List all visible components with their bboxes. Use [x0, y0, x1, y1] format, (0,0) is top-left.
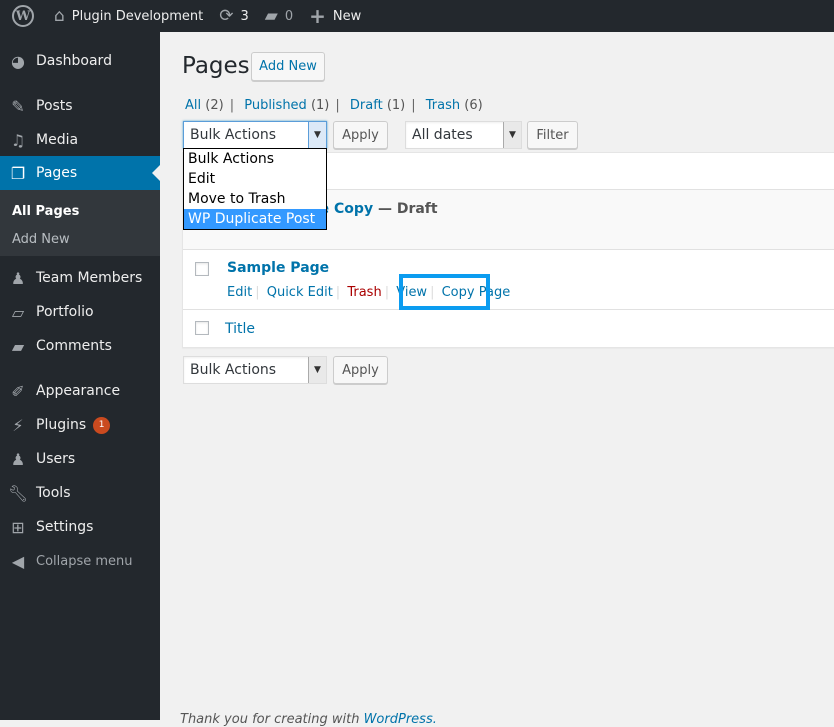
- person-icon: ♟: [10, 268, 26, 288]
- option-edit[interactable]: Edit: [184, 169, 326, 189]
- bulk-actions-select-bottom[interactable]: Bulk Actions ▼: [183, 356, 327, 384]
- menu-comments[interactable]: ▰ Comments: [0, 329, 160, 363]
- folder-icon: ▱: [11, 302, 25, 322]
- pages-submenu: All Pages Add New: [0, 190, 160, 256]
- menu-label: Posts: [36, 98, 73, 114]
- comments-menu[interactable]: ▰ 0: [257, 0, 301, 32]
- select-value: Bulk Actions: [190, 362, 277, 378]
- brush-icon: ✐: [11, 381, 25, 401]
- dashboard-icon: ◕: [11, 51, 25, 71]
- menu-settings[interactable]: ⊞ Settings: [0, 510, 160, 544]
- plugins-update-badge: 1: [93, 416, 111, 434]
- trash-link[interactable]: Trash: [347, 285, 381, 300]
- option-move-to-trash[interactable]: Move to Trash: [184, 189, 326, 209]
- main-content: Pages Add New All (2) | Published (1) | Dr…: [160, 32, 834, 727]
- date-filter-select[interactable]: All dates ▼: [405, 121, 522, 149]
- menu-users[interactable]: ♟ Users: [0, 442, 160, 476]
- comment-icon: ▰: [264, 6, 278, 26]
- media-icon: ♫: [10, 130, 26, 150]
- page-title: Pages: [182, 53, 250, 79]
- admin-sidebar: ◕ Dashboard ✎ Posts ♫ Media ❐ Pages All Page…: [0, 32, 160, 720]
- collapse-menu-button[interactable]: ◀ Collapse menu: [0, 544, 160, 578]
- site-name-menu[interactable]: ⌂ Plugin Development: [42, 0, 211, 32]
- apply-button-bottom[interactable]: Apply: [333, 356, 388, 384]
- bulk-actions-select-top[interactable]: Bulk Actions ▼: [183, 121, 327, 149]
- comment-icon: ▰: [11, 336, 25, 356]
- edit-link[interactable]: Edit: [227, 285, 252, 300]
- menu-plugins[interactable]: ⚡ Plugins 1: [0, 408, 160, 442]
- collapse-arrow-icon: ◀: [11, 551, 25, 571]
- filter-trash[interactable]: Trash (6): [426, 98, 483, 113]
- pin-icon: ✎: [11, 96, 25, 116]
- filter-button[interactable]: Filter: [527, 121, 578, 149]
- wp-logo-menu[interactable]: W: [0, 0, 42, 32]
- submenu-add-new[interactable]: Add New: [12, 232, 70, 247]
- menu-label: Portfolio: [36, 304, 94, 320]
- apply-button-top[interactable]: Apply: [333, 121, 388, 149]
- comments-count: 0: [284, 8, 294, 24]
- menu-appearance[interactable]: ✐ Appearance: [0, 374, 160, 408]
- updates-count: 3: [240, 8, 249, 24]
- admin-bar: W ⌂ Plugin Development ⟳ 3 ▰ 0 + New: [0, 0, 834, 32]
- menu-tools[interactable]: 🔧︎ Tools: [0, 476, 160, 510]
- menu-team-members[interactable]: ♟ Team Members: [0, 261, 160, 295]
- chevron-down-icon: ▼: [308, 122, 326, 148]
- option-bulk-actions[interactable]: Bulk Actions: [184, 149, 326, 169]
- menu-label: Tools: [36, 485, 71, 501]
- refresh-icon: ⟳: [219, 6, 234, 26]
- menu-posts[interactable]: ✎ Posts: [0, 89, 160, 123]
- menu-label: Dashboard: [36, 53, 112, 69]
- sliders-icon: ⊞: [11, 517, 25, 537]
- menu-label: Plugins: [36, 417, 87, 433]
- submenu-all-pages[interactable]: All Pages: [12, 204, 79, 219]
- menu-pages[interactable]: ❐ Pages: [0, 156, 160, 190]
- menu-label: Settings: [36, 519, 94, 535]
- wordpress-logo-icon: W: [12, 5, 34, 27]
- row-checkbox[interactable]: [195, 262, 209, 276]
- home-icon: ⌂: [54, 6, 65, 26]
- pages-icon: ❐: [10, 163, 26, 183]
- menu-label: Appearance: [36, 383, 121, 399]
- filter-all[interactable]: All (2): [185, 98, 224, 113]
- collapse-label: Collapse menu: [36, 553, 133, 569]
- option-wp-duplicate-post[interactable]: WP Duplicate Post: [184, 209, 326, 229]
- quick-edit-link[interactable]: Quick Edit: [267, 285, 333, 300]
- row-title-link[interactable]: Sample Page: [227, 260, 329, 276]
- filter-draft[interactable]: Draft (1): [350, 98, 405, 113]
- bulk-actions-dropdown: Bulk Actions Edit Move to Trash WP Dupli…: [183, 148, 327, 230]
- status-filters: All (2) | Published (1) | Draft (1) | Trash…: [185, 98, 483, 113]
- chevron-down-icon: ▼: [308, 357, 326, 383]
- updates-menu[interactable]: ⟳ 3: [211, 0, 257, 32]
- menu-label: Comments: [36, 338, 112, 354]
- select-all-checkbox[interactable]: [195, 321, 209, 335]
- menu-portfolio[interactable]: ▱ Portfolio: [0, 295, 160, 329]
- menu-media[interactable]: ♫ Media: [0, 123, 160, 157]
- select-value: All dates: [412, 127, 473, 143]
- table-footer-row: Title: [183, 310, 834, 347]
- title-column-header[interactable]: Title: [225, 321, 255, 337]
- site-name: Plugin Development: [71, 8, 204, 24]
- menu-dashboard[interactable]: ◕ Dashboard: [0, 44, 160, 78]
- filter-published[interactable]: Published (1): [244, 98, 329, 113]
- add-new-button[interactable]: Add New: [251, 52, 325, 81]
- copy-page-highlight: [399, 274, 490, 310]
- users-icon: ♟: [10, 449, 26, 469]
- plus-icon: +: [309, 4, 326, 28]
- table-row: Sample Page Edit | Quick Edit | Trash | Vie…: [183, 250, 834, 310]
- menu-label: Media: [36, 132, 79, 148]
- wrench-icon: 🔧︎: [7, 483, 29, 503]
- new-content-menu[interactable]: + New: [301, 0, 369, 32]
- select-value: Bulk Actions: [190, 127, 277, 143]
- menu-label: Pages: [36, 165, 78, 181]
- plug-icon: ⚡: [12, 415, 24, 435]
- new-label: New: [332, 8, 362, 24]
- menu-label: Team Members: [36, 270, 143, 286]
- post-state: — Draft: [373, 201, 438, 217]
- chevron-down-icon: ▼: [503, 122, 521, 148]
- menu-label: Users: [36, 451, 76, 467]
